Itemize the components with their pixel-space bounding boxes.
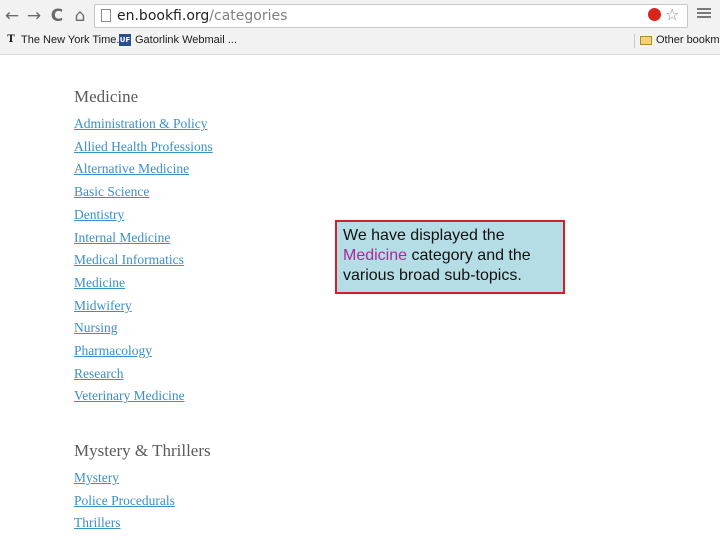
bookmark-nyt[interactable]: T The New York Time... [5, 34, 126, 46]
category-medicine: Medicine Administration & Policy Allied … [74, 87, 213, 408]
bookmark-label: The New York Time... [21, 34, 126, 46]
subcategory-link[interactable]: Basic Science [74, 181, 213, 204]
url-text[interactable]: en.bookfi.org/categories [117, 8, 287, 24]
category-mystery-thrillers: Mystery & Thrillers Mystery Police Proce… [74, 441, 211, 535]
uf-favicon-icon: UF [119, 34, 131, 46]
annotation-line1: We have displayed the [343, 227, 505, 244]
subcategory-link[interactable]: Internal Medicine [74, 227, 213, 250]
annotation-line3: various broad sub-topics. [343, 267, 522, 284]
home-icon[interactable]: ⌂ [70, 6, 90, 26]
nyt-favicon-icon: T [7, 34, 15, 45]
category-heading: Medicine [74, 87, 139, 106]
url-host: en.bookfi.org [117, 8, 210, 24]
reload-icon[interactable]: C [47, 6, 67, 26]
subcategory-link[interactable]: Pharmacology [74, 340, 213, 363]
browser-chrome: ← → C ⌂ en.bookfi.org/categories ☆ T The… [0, 0, 720, 55]
subcategory-link[interactable]: Administration & Policy [74, 113, 213, 136]
subcategory-link[interactable]: Midwifery [74, 295, 213, 318]
annotation-callout: We have displayed the Medicine category … [335, 220, 565, 294]
subcategory-link[interactable]: Dentistry [74, 204, 213, 227]
bookmark-label: Other bookmar [656, 34, 720, 46]
subcategory-link[interactable]: Mystery [74, 467, 211, 490]
subcategory-link[interactable]: Nursing [74, 317, 213, 340]
subcategory-link[interactable]: Alternative Medicine [74, 158, 213, 181]
subcategory-link[interactable]: Veterinary Medicine [74, 385, 213, 408]
subcategory-link[interactable]: Thrillers [74, 512, 211, 535]
address-bar[interactable]: en.bookfi.org/categories ☆ [94, 4, 688, 28]
category-heading: Mystery & Thrillers [74, 441, 211, 460]
bookmark-star-icon[interactable]: ☆ [665, 5, 679, 24]
subcategory-list: Administration & Policy Allied Health Pr… [74, 113, 213, 408]
subcategory-link[interactable]: Medicine [74, 272, 213, 295]
extension-icon[interactable] [648, 8, 661, 21]
folder-icon [640, 35, 652, 45]
subcategory-link[interactable]: Medical Informatics [74, 249, 213, 272]
subcategory-link[interactable]: Allied Health Professions [74, 136, 213, 159]
annotation-highlight: Medicine [343, 247, 408, 264]
bookmark-gatorlink[interactable]: UF Gatorlink Webmail ... [119, 34, 237, 46]
annotation-line2: category and the [407, 247, 531, 264]
subcategory-link[interactable]: Police Procedurals [74, 490, 211, 513]
menu-icon[interactable] [697, 6, 711, 22]
forward-arrow-icon[interactable]: → [24, 6, 44, 26]
back-arrow-icon[interactable]: ← [2, 6, 22, 26]
bookmarks-bar: T The New York Time... UF Gatorlink Webm… [0, 32, 720, 50]
bookmark-other[interactable]: Other bookmar [640, 34, 720, 46]
bookmark-separator [634, 34, 635, 48]
subcategory-list: Mystery Police Procedurals Thrillers [74, 467, 211, 535]
page-content: Medicine Administration & Policy Allied … [0, 55, 720, 540]
bookmark-label: Gatorlink Webmail ... [135, 34, 237, 46]
subcategory-link[interactable]: Research [74, 363, 213, 386]
url-path: /categories [209, 8, 288, 24]
page-icon [101, 9, 111, 22]
